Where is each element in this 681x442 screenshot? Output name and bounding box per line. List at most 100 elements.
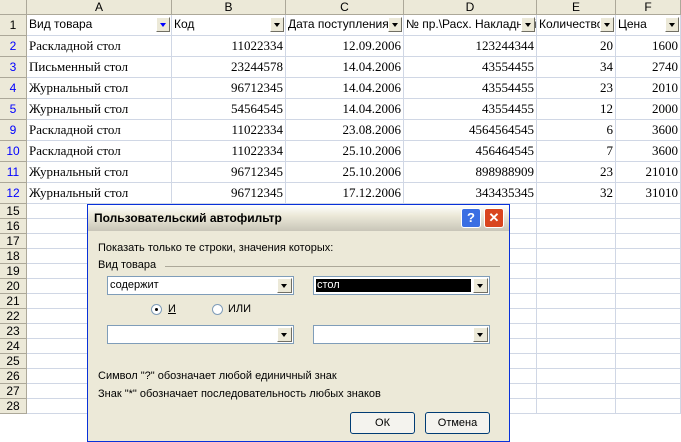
- table-cell[interactable]: [616, 279, 681, 294]
- header-cell-f[interactable]: Цена: [616, 15, 681, 36]
- table-cell[interactable]: Журнальный стол: [27, 78, 172, 99]
- table-cell[interactable]: 43554455: [404, 78, 537, 99]
- table-cell[interactable]: [616, 324, 681, 339]
- close-icon[interactable]: ✕: [484, 208, 504, 228]
- table-cell[interactable]: 2740: [616, 57, 681, 78]
- radio-and-label[interactable]: И: [168, 303, 176, 315]
- table-cell[interactable]: 6: [537, 120, 616, 141]
- table-cell[interactable]: [537, 324, 616, 339]
- condition1-value-combo[interactable]: стол: [313, 276, 490, 295]
- table-cell[interactable]: 11022334: [172, 120, 286, 141]
- table-cell[interactable]: 1600: [616, 36, 681, 57]
- column-header-c[interactable]: C: [286, 0, 404, 15]
- table-cell[interactable]: [537, 249, 616, 264]
- radio-or[interactable]: [212, 304, 223, 315]
- radio-or-label[interactable]: ИЛИ: [228, 303, 251, 315]
- row-header[interactable]: 4: [0, 78, 27, 99]
- radio-and[interactable]: [151, 304, 162, 315]
- row-header[interactable]: 27: [0, 384, 27, 399]
- table-cell[interactable]: [616, 399, 681, 414]
- autofilter-dropdown-icon[interactable]: [521, 17, 535, 32]
- table-cell[interactable]: [537, 309, 616, 324]
- condition1-operator-select[interactable]: содержит: [107, 276, 294, 295]
- help-icon[interactable]: ?: [461, 208, 481, 228]
- table-cell[interactable]: 23.08.2006: [286, 120, 404, 141]
- table-cell[interactable]: 43554455: [404, 57, 537, 78]
- chevron-down-icon[interactable]: [473, 278, 488, 293]
- table-cell[interactable]: Письменный стол: [27, 57, 172, 78]
- table-cell[interactable]: [537, 234, 616, 249]
- table-cell[interactable]: 4564564545: [404, 120, 537, 141]
- table-cell[interactable]: 25.10.2006: [286, 141, 404, 162]
- table-cell[interactable]: [616, 264, 681, 279]
- chevron-down-icon[interactable]: [473, 327, 488, 342]
- column-header-e[interactable]: E: [537, 0, 616, 15]
- table-cell[interactable]: 7: [537, 141, 616, 162]
- row-header[interactable]: 18: [0, 249, 27, 264]
- header-cell-b[interactable]: Код: [172, 15, 286, 36]
- table-cell[interactable]: 12.09.2006: [286, 36, 404, 57]
- row-header[interactable]: 1: [0, 15, 27, 36]
- table-cell[interactable]: [616, 294, 681, 309]
- header-cell-e[interactable]: Количество: [537, 15, 616, 36]
- table-cell[interactable]: [537, 279, 616, 294]
- table-cell[interactable]: Раскладной стол: [27, 36, 172, 57]
- table-cell[interactable]: 11022334: [172, 36, 286, 57]
- table-cell[interactable]: [537, 204, 616, 219]
- table-cell[interactable]: Раскладной стол: [27, 120, 172, 141]
- row-header[interactable]: 17: [0, 234, 27, 249]
- table-cell[interactable]: 20: [537, 36, 616, 57]
- table-cell[interactable]: 3600: [616, 141, 681, 162]
- table-cell[interactable]: 14.04.2006: [286, 99, 404, 120]
- table-cell[interactable]: 23244578: [172, 57, 286, 78]
- table-cell[interactable]: [537, 369, 616, 384]
- table-cell[interactable]: 456464545: [404, 141, 537, 162]
- row-header[interactable]: 12: [0, 183, 27, 204]
- header-cell-c[interactable]: Дата поступления: [286, 15, 404, 36]
- table-cell[interactable]: [537, 399, 616, 414]
- row-header[interactable]: 19: [0, 264, 27, 279]
- table-cell[interactable]: 23: [537, 162, 616, 183]
- column-header-f[interactable]: F: [616, 0, 681, 15]
- row-header[interactable]: 9: [0, 120, 27, 141]
- table-cell[interactable]: 17.12.2006: [286, 183, 404, 204]
- select-all-corner[interactable]: [0, 0, 27, 15]
- row-header[interactable]: 2: [0, 36, 27, 57]
- column-header-a[interactable]: A: [27, 0, 172, 15]
- table-cell[interactable]: 343435345: [404, 183, 537, 204]
- cancel-button[interactable]: Отмена: [425, 412, 490, 434]
- row-header[interactable]: 23: [0, 324, 27, 339]
- header-cell-a[interactable]: Вид товара: [27, 15, 172, 36]
- autofilter-dropdown-icon[interactable]: [270, 17, 284, 32]
- table-cell[interactable]: [616, 339, 681, 354]
- table-cell[interactable]: 14.04.2006: [286, 78, 404, 99]
- table-cell[interactable]: 123244344: [404, 36, 537, 57]
- table-cell[interactable]: 14.04.2006: [286, 57, 404, 78]
- table-cell[interactable]: [616, 369, 681, 384]
- table-cell[interactable]: 3600: [616, 120, 681, 141]
- table-cell[interactable]: [616, 219, 681, 234]
- row-header[interactable]: 24: [0, 339, 27, 354]
- table-cell[interactable]: 31010: [616, 183, 681, 204]
- table-cell[interactable]: [616, 204, 681, 219]
- autofilter-dropdown-icon[interactable]: [156, 17, 170, 32]
- table-cell[interactable]: 12: [537, 99, 616, 120]
- table-cell[interactable]: Раскладной стол: [27, 141, 172, 162]
- header-cell-d[interactable]: № пр.\Расх. Накладной: [404, 15, 537, 36]
- table-cell[interactable]: 2010: [616, 78, 681, 99]
- row-header[interactable]: 25: [0, 354, 27, 369]
- table-cell[interactable]: 898988909: [404, 162, 537, 183]
- row-header[interactable]: 15: [0, 204, 27, 219]
- table-cell[interactable]: 96712345: [172, 183, 286, 204]
- column-header-d[interactable]: D: [404, 0, 537, 15]
- table-cell[interactable]: 25.10.2006: [286, 162, 404, 183]
- table-cell[interactable]: [616, 384, 681, 399]
- ok-button[interactable]: ОК: [350, 412, 415, 434]
- table-cell[interactable]: 32: [537, 183, 616, 204]
- row-header[interactable]: 5: [0, 99, 27, 120]
- table-cell[interactable]: 96712345: [172, 162, 286, 183]
- chevron-down-icon[interactable]: [277, 327, 292, 342]
- chevron-down-icon[interactable]: [277, 278, 292, 293]
- column-header-b[interactable]: B: [172, 0, 286, 15]
- table-cell[interactable]: 21010: [616, 162, 681, 183]
